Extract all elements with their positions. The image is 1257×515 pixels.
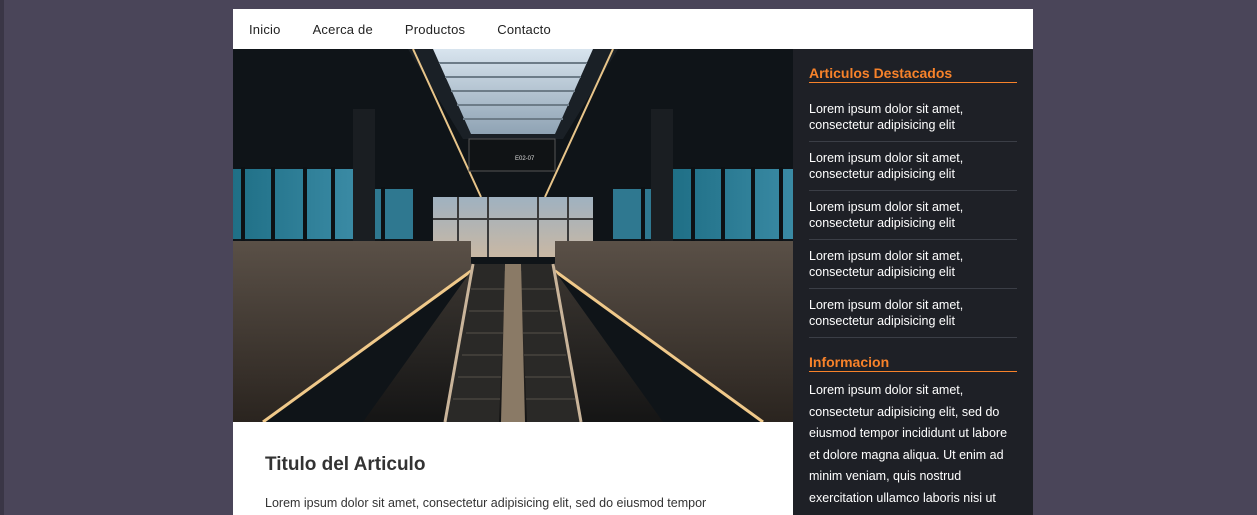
sidebar: Articulos Destacados Lorem ipsum dolor s… <box>793 49 1033 515</box>
hero-image: E02-07 <box>233 49 793 422</box>
info-title: Informacion <box>809 354 1017 372</box>
nav-item-contacto[interactable]: Contacto <box>497 22 551 37</box>
info-text: Lorem ipsum dolor sit amet, consectetur … <box>809 383 1008 505</box>
featured-item[interactable]: Lorem ipsum dolor sit amet, consectetur … <box>809 240 1017 289</box>
featured-list: Lorem ipsum dolor sit amet, consectetur … <box>809 91 1017 338</box>
nav-item-inicio[interactable]: Inicio <box>249 22 281 37</box>
sign-text: E02-07 <box>515 156 535 162</box>
article-text: Lorem ipsum dolor sit amet, consectetur … <box>265 496 707 510</box>
main-column: E02-07 Titulo del Articulo Lorem ipsum d… <box>233 49 793 515</box>
nav-item-acerca-de[interactable]: Acerca de <box>313 22 373 37</box>
article: Titulo del Articulo Lorem ipsum dolor si… <box>233 422 793 512</box>
content-area: E02-07 Titulo del Articulo Lorem ipsum d… <box>233 49 1033 515</box>
featured-item[interactable]: Lorem ipsum dolor sit amet, consectetur … <box>809 142 1017 191</box>
featured-title: Articulos Destacados <box>809 65 1017 83</box>
featured-item[interactable]: Lorem ipsum dolor sit amet, consectetur … <box>809 91 1017 142</box>
page-wrapper: Inicio Acerca de Productos Contacto E02-… <box>233 9 1033 515</box>
window-left-edge <box>0 0 4 515</box>
top-nav: Inicio Acerca de Productos Contacto <box>233 9 1033 49</box>
nav-item-productos[interactable]: Productos <box>405 22 465 37</box>
article-title: Titulo del Articulo <box>265 454 426 475</box>
featured-item[interactable]: Lorem ipsum dolor sit amet, consectetur … <box>809 191 1017 240</box>
featured-item[interactable]: Lorem ipsum dolor sit amet, consectetur … <box>809 289 1017 338</box>
